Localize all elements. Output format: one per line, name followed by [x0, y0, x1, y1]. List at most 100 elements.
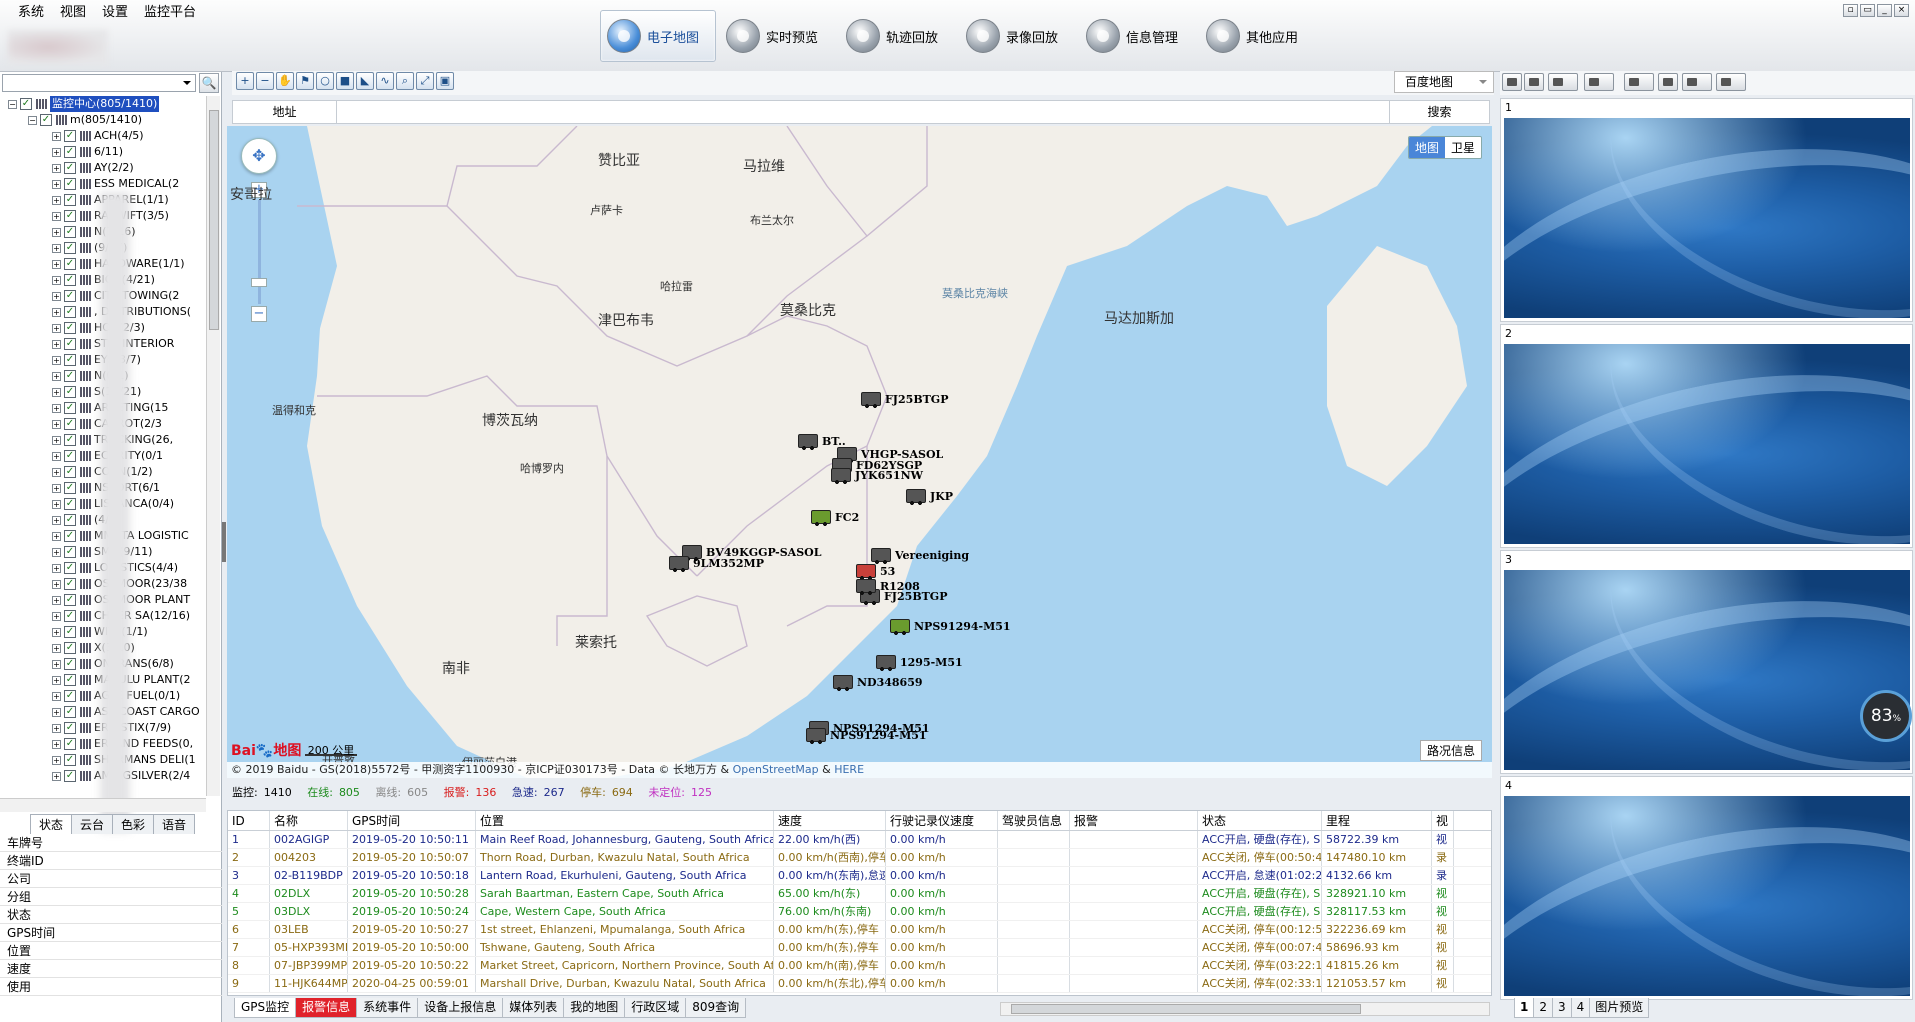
traffic-info-button[interactable]: 路况信息 — [1419, 740, 1482, 761]
tree-node[interactable]: + ✓ ESS MEDICAL(2 — [0, 176, 206, 192]
video-tab-2[interactable]: 2 — [1533, 998, 1553, 1018]
tab-electronic-map[interactable]: 电子地图 — [600, 10, 716, 62]
zoom-slider-handle[interactable] — [251, 278, 267, 287]
table-row[interactable]: 2 004203 2019-05-20 10:50:07 Thorn Road, Du… — [228, 849, 1491, 867]
expand-toggle-icon[interactable]: + — [52, 676, 61, 685]
vehicle-plate-label[interactable]: NPS91294-M51 — [914, 620, 1011, 633]
restore-icon[interactable]: ▫ — [1843, 4, 1858, 17]
tree-checkbox[interactable]: ✓ — [64, 274, 76, 286]
expand-toggle-icon[interactable]: + — [52, 388, 61, 397]
expand-toggle-icon[interactable]: + — [52, 516, 61, 525]
truck-icon[interactable] — [806, 728, 826, 744]
vehicle-plate-label[interactable]: FJ25BTGP — [885, 393, 948, 406]
tab-voice[interactable]: 语音 — [153, 814, 196, 834]
tree-checkbox[interactable]: ✓ — [64, 258, 76, 270]
tab-media-list[interactable]: 媒体列表 — [502, 998, 565, 1018]
tree-checkbox[interactable]: ✓ — [64, 498, 76, 510]
vehicle-plate-label[interactable]: Vereeniging — [895, 549, 969, 562]
menu-system[interactable]: 系统 — [10, 4, 52, 22]
tab-admin-region[interactable]: 行政区域 — [624, 998, 687, 1018]
tab-live-preview[interactable]: 实时预览 — [720, 10, 836, 62]
tab-video-playback[interactable]: 录像回放 — [960, 10, 1076, 62]
tree-checkbox[interactable]: ✓ — [64, 450, 76, 462]
zoom-in-tool-icon[interactable]: + — [236, 72, 254, 90]
tree-checkbox[interactable]: ✓ — [64, 610, 76, 622]
tab-809-query[interactable]: 809查询 — [685, 998, 747, 1018]
flag-tool-icon[interactable]: ⚑ — [296, 72, 314, 90]
expand-toggle-icon[interactable]: + — [52, 740, 61, 749]
expand-toggle-icon[interactable]: + — [52, 148, 61, 157]
truck-icon[interactable] — [831, 468, 851, 484]
truck-icon[interactable] — [876, 655, 896, 671]
snapshot-icon[interactable] — [1624, 73, 1654, 91]
table-row[interactable]: 3 02-B119BDP 2019-05-20 10:50:18 Lantern Ro… — [228, 867, 1491, 885]
tab-system-events[interactable]: 系统事件 — [356, 998, 419, 1018]
minimize-to-tray-icon[interactable]: ▭ — [1860, 4, 1875, 17]
tab-my-map[interactable]: 我的地图 — [563, 998, 626, 1018]
expand-toggle-icon[interactable]: + — [52, 404, 61, 413]
here-link[interactable]: HERE — [834, 763, 864, 776]
expand-toggle-icon[interactable]: + — [52, 164, 61, 173]
truck-icon[interactable] — [861, 392, 881, 408]
tree-checkbox[interactable]: ✓ — [64, 466, 76, 478]
expand-toggle-icon[interactable]: + — [52, 708, 61, 717]
expand-toggle-icon[interactable]: + — [52, 500, 61, 509]
tree-checkbox[interactable]: ✓ — [64, 546, 76, 558]
expand-toggle-icon[interactable]: + — [52, 468, 61, 477]
polygon-tool-icon[interactable]: ◣ — [356, 72, 374, 90]
vehicle-plate-label[interactable]: JKP — [930, 490, 953, 503]
address-search-button[interactable]: 搜索 — [1389, 101, 1489, 123]
tree-checkbox[interactable]: ✓ — [64, 242, 76, 254]
truck-icon[interactable] — [856, 564, 876, 580]
table-row[interactable]: 6 03LEB 2019-05-20 10:50:27 1st street, Ehl… — [228, 921, 1491, 939]
expand-toggle-icon[interactable]: + — [52, 132, 61, 141]
expand-toggle-icon[interactable]: + — [52, 548, 61, 557]
grid-column-header[interactable]: 里程 — [1322, 811, 1432, 830]
fullscreen-tool-icon[interactable]: ⤢ — [416, 72, 434, 90]
vehicle-plate-label[interactable]: FC2 — [835, 511, 859, 524]
video-tab-picture-preview[interactable]: 图片预览 — [1589, 998, 1650, 1018]
tab-color[interactable]: 色彩 — [112, 814, 155, 834]
expand-toggle-icon[interactable]: + — [52, 420, 61, 429]
expand-toggle-icon[interactable]: + — [52, 484, 61, 493]
grid-column-header[interactable]: ID — [228, 811, 270, 830]
search-icon[interactable]: 🔍 — [199, 73, 219, 93]
expand-toggle-icon[interactable]: − — [8, 100, 17, 109]
table-row[interactable]: 5 03DLX 2019-05-20 10:50:24 Cape, Western C… — [228, 903, 1491, 921]
tree-checkbox[interactable]: ✓ — [64, 290, 76, 302]
expand-toggle-icon[interactable]: + — [52, 212, 61, 221]
grid-column-header[interactable]: 位置 — [476, 811, 774, 830]
upload-icon[interactable] — [1502, 73, 1522, 91]
expand-toggle-icon[interactable]: + — [52, 756, 61, 765]
search-tool-icon[interactable]: ⌕ — [396, 72, 414, 90]
tab-info-management[interactable]: 信息管理 — [1080, 10, 1196, 62]
map-type-map[interactable]: 地图 — [1408, 137, 1445, 158]
tree-checkbox[interactable]: ✓ — [64, 162, 76, 174]
expand-toggle-icon[interactable]: + — [52, 564, 61, 573]
tab-device-reports[interactable]: 设备上报信息 — [417, 998, 504, 1018]
expand-toggle-icon[interactable]: + — [52, 180, 61, 189]
truck-icon[interactable] — [798, 434, 818, 450]
tree-checkbox[interactable]: ✓ — [64, 514, 76, 526]
video-tab-4[interactable]: 4 — [1570, 998, 1591, 1018]
tree-checkbox[interactable]: ✓ — [64, 402, 76, 414]
table-row[interactable]: 9 11-HJK644MP 2020-04-25 00:59:01 Marshall … — [228, 975, 1491, 993]
tree-checkbox[interactable]: ✓ — [64, 370, 76, 382]
tree-checkbox[interactable]: ✓ — [64, 130, 76, 142]
tab-other-apps[interactable]: 其他应用 — [1200, 10, 1316, 62]
tree-checkbox[interactable]: ✓ — [64, 194, 76, 206]
rect-tool-icon[interactable]: ■ — [336, 72, 354, 90]
close-icon[interactable]: × — [1894, 4, 1909, 17]
map-provider-select[interactable]: 百度地图 — [1394, 71, 1494, 93]
tree-checkbox[interactable]: ✓ — [64, 178, 76, 190]
expand-toggle-icon[interactable]: + — [52, 452, 61, 461]
tree-checkbox[interactable]: ✓ — [64, 386, 76, 398]
tree-checkbox[interactable]: ✓ — [64, 306, 76, 318]
grid-column-header[interactable]: 状态 — [1198, 811, 1322, 830]
expand-toggle-icon[interactable]: + — [52, 612, 61, 621]
map-zoom-out-button[interactable]: − — [251, 306, 267, 322]
tree-checkbox[interactable]: ✓ — [64, 530, 76, 542]
expand-toggle-icon[interactable]: + — [52, 356, 61, 365]
expand-toggle-icon[interactable]: + — [52, 292, 61, 301]
video-tab-1[interactable]: 1 — [1514, 998, 1535, 1018]
